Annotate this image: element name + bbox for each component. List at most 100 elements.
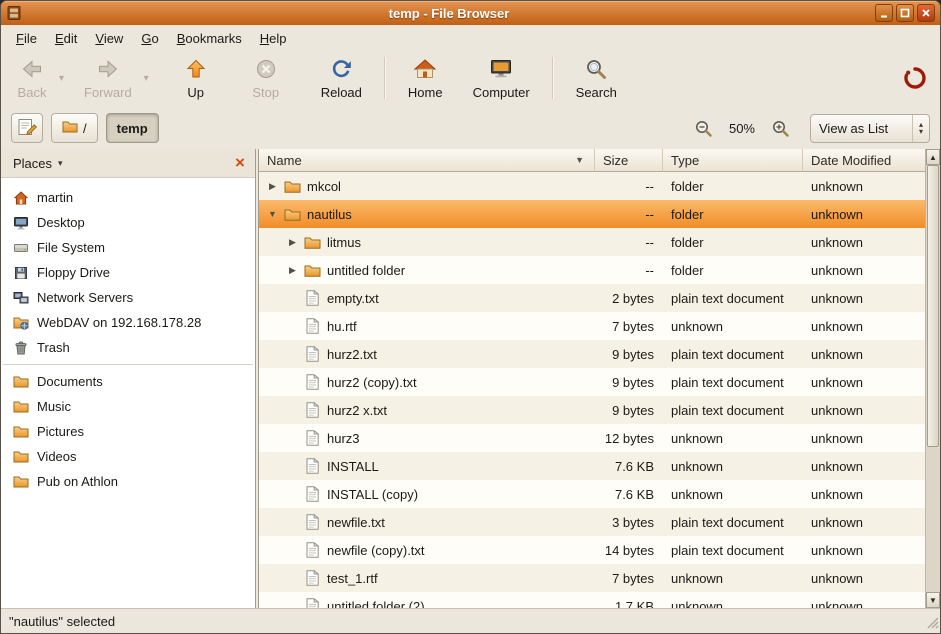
expander-collapsed-icon[interactable]: ▶ xyxy=(264,181,281,192)
file-browser-window: temp - File Browser File Edit View Go Bo… xyxy=(0,0,941,634)
file-size: -- xyxy=(595,263,663,278)
path-current-button[interactable]: temp xyxy=(106,113,159,143)
file-modified: unknown xyxy=(803,235,925,250)
text-file-icon xyxy=(301,430,323,446)
file-modified: unknown xyxy=(803,515,925,530)
file-row-litmus[interactable]: ▶ litmus -- folder unknown xyxy=(259,228,925,256)
file-row-untitled-folder[interactable]: ▶ untitled folder -- folder unknown xyxy=(259,256,925,284)
edit-location-button[interactable] xyxy=(11,113,43,143)
resize-grip[interactable] xyxy=(926,616,939,632)
drive-icon xyxy=(12,240,29,256)
file-row-hu-rtf[interactable]: hu.rtf 7 bytes unknown unknown xyxy=(259,312,925,340)
file-modified: unknown xyxy=(803,319,925,334)
scrollbar-thumb[interactable] xyxy=(927,165,939,447)
scrollbar-track[interactable] xyxy=(926,165,940,592)
titlebar[interactable]: temp - File Browser xyxy=(1,1,940,25)
sidebar-item-floppy-drive[interactable]: Floppy Drive xyxy=(1,260,255,285)
stop-button[interactable]: Stop xyxy=(243,53,289,103)
sidebar-separator xyxy=(3,364,253,365)
expander-expanded-icon[interactable]: ▼ xyxy=(264,209,281,219)
sidebar-item-webdav[interactable]: WebDAV on 192.168.178.28 xyxy=(1,310,255,335)
menu-edit[interactable]: Edit xyxy=(46,25,86,51)
sort-indicator-icon: ▼ xyxy=(575,155,586,165)
file-row-newfile-copy-txt[interactable]: newfile (copy).txt 14 bytes plain text d… xyxy=(259,536,925,564)
forward-history-arrow[interactable]: ▾ xyxy=(140,53,153,103)
file-row-install[interactable]: INSTALL 7.6 KB unknown unknown xyxy=(259,452,925,480)
expander-collapsed-icon[interactable]: ▶ xyxy=(284,237,301,248)
file-row-test-1-rtf[interactable]: test_1.rtf 7 bytes unknown unknown xyxy=(259,564,925,592)
up-button[interactable]: Up xyxy=(173,53,219,103)
up-icon xyxy=(184,57,208,84)
sidebar-item-desktop[interactable]: Desktop xyxy=(1,210,255,235)
sidebar-item-network-servers[interactable]: Network Servers xyxy=(1,285,255,310)
view-as-combo[interactable]: View as List ▴▾ xyxy=(810,114,930,143)
vertical-scrollbar[interactable]: ▲ ▼ xyxy=(925,149,940,608)
file-size: -- xyxy=(595,207,663,222)
file-row-nautilus[interactable]: ▼ nautilus -- folder unknown xyxy=(259,200,925,228)
file-row-install-copy[interactable]: INSTALL (copy) 7.6 KB unknown unknown xyxy=(259,480,925,508)
file-row-newfile-txt[interactable]: newfile.txt 3 bytes plain text document … xyxy=(259,508,925,536)
sidebar-item-martin[interactable]: martin xyxy=(1,185,255,210)
zoom-in-button[interactable] xyxy=(768,116,792,140)
sidebar-item-trash[interactable]: Trash xyxy=(1,335,255,360)
forward-button[interactable]: Forward xyxy=(76,53,140,103)
toolbar-separator xyxy=(552,57,554,99)
sidebar-item-music[interactable]: Music xyxy=(1,394,255,419)
file-row-hurz3[interactable]: hurz3 12 bytes unknown unknown xyxy=(259,424,925,452)
column-header-name[interactable]: Name ▼ xyxy=(259,149,595,172)
file-row-untitled-folder-2[interactable]: untitled folder (2) 1.7 KB unknown unkno… xyxy=(259,592,925,608)
column-header-date-modified[interactable]: Date Modified xyxy=(803,149,925,172)
maximize-button[interactable] xyxy=(896,4,914,22)
path-root-button[interactable]: / xyxy=(51,113,98,143)
sidebar-item-file-system[interactable]: File System xyxy=(1,235,255,260)
file-type: plain text document xyxy=(663,375,803,390)
file-modified: unknown xyxy=(803,291,925,306)
file-type: plain text document xyxy=(663,403,803,418)
sidebar-item-pictures[interactable]: Pictures xyxy=(1,419,255,444)
places-sidebar: Places ▾ × martin Desktop File System xyxy=(1,149,256,608)
sidebar-item-documents[interactable]: Documents xyxy=(1,369,255,394)
menu-go[interactable]: Go xyxy=(132,25,167,51)
search-button[interactable]: Search xyxy=(568,53,625,103)
menu-view[interactable]: View xyxy=(86,25,132,51)
file-size: -- xyxy=(595,179,663,194)
column-header-size[interactable]: Size xyxy=(595,149,663,172)
file-row-mkcol[interactable]: ▶ mkcol -- folder unknown xyxy=(259,172,925,200)
sidebar-item-videos[interactable]: Videos xyxy=(1,444,255,469)
floppy-icon xyxy=(12,265,29,281)
folder-icon xyxy=(12,475,29,488)
close-sidebar-button[interactable]: × xyxy=(231,155,249,171)
scroll-down-button[interactable]: ▼ xyxy=(926,592,940,608)
computer-button[interactable]: Computer xyxy=(465,53,538,103)
sidebar-item-pub-on-athlon[interactable]: Pub on Athlon xyxy=(1,469,255,494)
menu-bookmarks[interactable]: Bookmarks xyxy=(168,25,251,51)
file-row-hurz2-x-txt[interactable]: hurz2 x.txt 9 bytes plain text document … xyxy=(259,396,925,424)
zoom-out-button[interactable] xyxy=(692,116,716,140)
reload-button[interactable]: Reload xyxy=(313,53,370,103)
text-file-icon xyxy=(301,374,323,390)
scroll-up-button[interactable]: ▲ xyxy=(926,149,940,165)
close-button[interactable] xyxy=(917,4,935,22)
folder-icon xyxy=(281,180,303,193)
file-size: 9 bytes xyxy=(595,375,663,390)
home-button[interactable]: Home xyxy=(400,53,451,103)
file-type: plain text document xyxy=(663,347,803,362)
file-size: 3 bytes xyxy=(595,515,663,530)
combo-spinner-icon: ▴▾ xyxy=(912,115,929,142)
back-button[interactable]: Back xyxy=(9,53,55,103)
menu-file[interactable]: File xyxy=(7,25,46,51)
file-size: 2 bytes xyxy=(595,291,663,306)
file-row-hurz2-copy-txt[interactable]: hurz2 (copy).txt 9 bytes plain text docu… xyxy=(259,368,925,396)
column-header-type[interactable]: Type xyxy=(663,149,803,172)
back-history-arrow[interactable]: ▾ xyxy=(55,53,68,103)
file-type: folder xyxy=(663,263,803,278)
file-row-hurz2-txt[interactable]: hurz2.txt 9 bytes plain text document un… xyxy=(259,340,925,368)
menu-help[interactable]: Help xyxy=(251,25,296,51)
expander-collapsed-icon[interactable]: ▶ xyxy=(284,265,301,276)
minimize-button[interactable] xyxy=(875,4,893,22)
trash-icon xyxy=(12,340,29,356)
throbber-icon xyxy=(902,65,928,91)
file-row-empty-txt[interactable]: empty.txt 2 bytes plain text document un… xyxy=(259,284,925,312)
file-modified: unknown xyxy=(803,571,925,586)
places-dropdown[interactable]: Places ▾ xyxy=(7,154,69,173)
